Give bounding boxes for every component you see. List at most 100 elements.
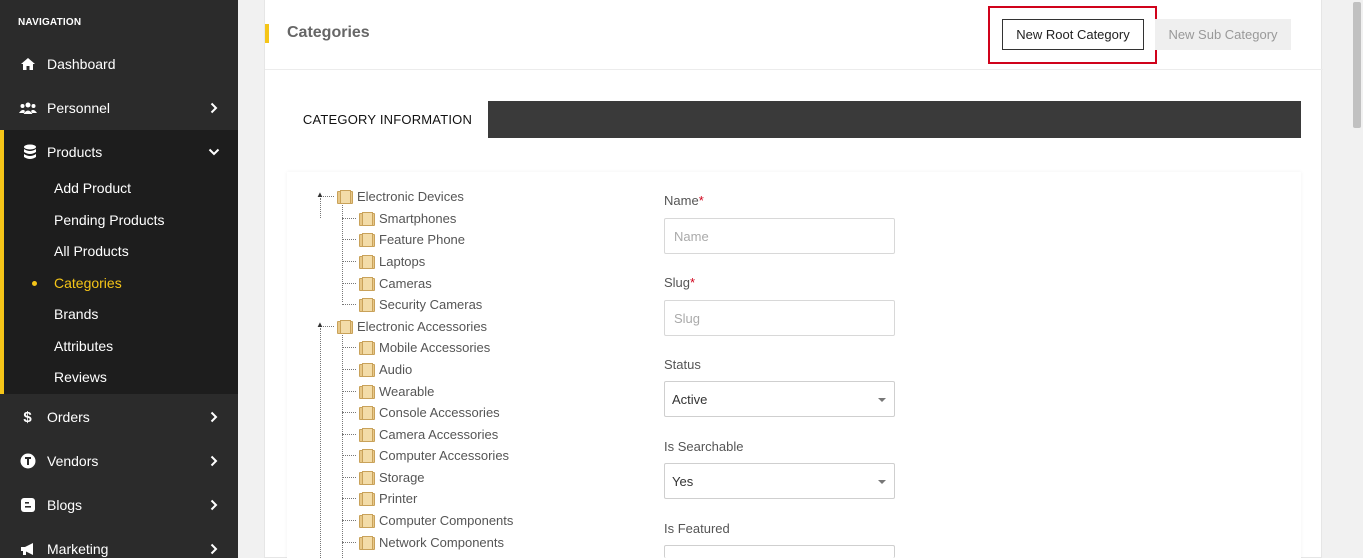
- tree-line: [342, 455, 356, 456]
- tree-node-smartphones[interactable]: Smartphones: [359, 209, 456, 227]
- submenu-item-attributes[interactable]: Attributes: [54, 336, 113, 356]
- collapse-toggle-icon[interactable]: ▲: [316, 320, 324, 329]
- tree-node-wearable[interactable]: Wearable: [359, 382, 434, 400]
- tree-node-cameras[interactable]: Cameras: [359, 274, 432, 292]
- new-root-category-button[interactable]: New Root Category: [1002, 19, 1144, 50]
- tree-line: [342, 369, 356, 370]
- tree-line: [342, 283, 356, 284]
- tree-node-label: Cameras: [379, 275, 432, 291]
- submenu-item-pending-products[interactable]: Pending Products: [54, 210, 165, 230]
- status-label: Status: [664, 357, 701, 372]
- tree-node-printer[interactable]: Printer: [359, 489, 417, 507]
- nav-heading: NAVIGATION: [18, 17, 82, 28]
- folder-icon: [359, 363, 375, 377]
- tree-node-audio[interactable]: Audio: [359, 360, 412, 378]
- tree-node-computer-components[interactable]: Computer Components: [359, 511, 513, 529]
- new-sub-category-button[interactable]: New Sub Category: [1155, 19, 1291, 50]
- tree-line: [320, 198, 321, 218]
- sidebar-item-label: Blogs: [47, 497, 83, 513]
- sidebar-item-dashboard[interactable]: Dashboard: [0, 42, 238, 86]
- tree-node-label: Security Cameras: [379, 296, 483, 312]
- megaphone-icon: [0, 542, 47, 556]
- tree-line: [342, 218, 356, 219]
- chevron-right-icon: [206, 411, 222, 423]
- tree-node-feature-phone[interactable]: Feature Phone: [359, 230, 465, 248]
- tree-node-label: Storage: [379, 469, 425, 485]
- sidebar-item-products[interactable]: Products: [0, 130, 238, 174]
- folder-icon: [359, 277, 375, 291]
- tree-node-label: Electronic Accessories: [357, 318, 488, 334]
- submenu-item-categories[interactable]: Categories: [54, 273, 122, 293]
- folder-icon: [359, 492, 375, 506]
- folder-icon: [359, 233, 375, 247]
- tree-line: [342, 477, 356, 478]
- home-icon: [0, 57, 47, 71]
- caret-down-icon: [878, 398, 886, 402]
- tree-node-camera-accessories[interactable]: Camera Accessories: [359, 425, 498, 443]
- sidebar-item-personnel[interactable]: Personnel: [0, 86, 238, 130]
- chevron-right-icon: [206, 102, 222, 114]
- submenu-item-all-products[interactable]: All Products: [54, 241, 129, 261]
- tree-node-label: Computer Components: [379, 512, 514, 528]
- vendor-icon: [0, 453, 47, 469]
- page-title: Categories: [287, 24, 370, 41]
- status-select[interactable]: Active: [664, 381, 895, 417]
- submenu-item-add-product[interactable]: Add Product: [54, 178, 131, 198]
- tree-line: [342, 498, 356, 499]
- tree-node-label: Mobile Accessories: [379, 339, 491, 355]
- folder-icon: [359, 514, 375, 528]
- tree-line: [342, 347, 356, 348]
- featured-label: Is Featured: [664, 521, 730, 536]
- slug-field[interactable]: Slug: [664, 300, 895, 336]
- folder-icon: [359, 341, 375, 355]
- folder-icon: [359, 385, 375, 399]
- submenu-item-reviews[interactable]: Reviews: [54, 367, 107, 387]
- tree-node-electronic-accessories[interactable]: Electronic Accessories: [337, 317, 487, 335]
- folder-icon: [337, 190, 353, 204]
- page-scrollbar[interactable]: [1351, 0, 1363, 558]
- tree-node-label: Camera Accessories: [379, 426, 499, 442]
- tree-node-laptops[interactable]: Laptops: [359, 252, 425, 270]
- sidebar-item-label: Products: [47, 144, 103, 160]
- folder-icon: [359, 471, 375, 485]
- name-field[interactable]: Name: [664, 218, 895, 254]
- folder-icon: [359, 536, 375, 550]
- sidebar-item-label: Vendors: [47, 453, 99, 469]
- main-card: Categories New Root Category New Sub Cat…: [264, 0, 1323, 558]
- tree-node-label: Electronic Devices: [357, 188, 464, 204]
- tab-category-information[interactable]: CATEGORY INFORMATION: [287, 101, 488, 138]
- collapse-toggle-icon[interactable]: ▲: [316, 190, 324, 199]
- tree-node-label: Wearable: [379, 383, 435, 399]
- featured-select[interactable]: [664, 545, 895, 558]
- tree-node-network-components[interactable]: Network Components: [359, 533, 504, 551]
- tree-node-label: Printer: [379, 490, 418, 506]
- tree-node-electronic-devices[interactable]: Electronic Devices: [337, 187, 464, 205]
- chevron-right-icon: [206, 543, 222, 555]
- tree-line: [342, 239, 356, 240]
- folder-icon: [359, 449, 375, 463]
- sidebar-item-label: Orders: [47, 409, 90, 425]
- chevron-right-icon: [206, 455, 222, 467]
- chevron-down-icon: [206, 148, 222, 156]
- sidebar-item-blogs[interactable]: Blogs: [0, 483, 238, 527]
- tree-line: [342, 261, 356, 262]
- tree-node-security-cameras[interactable]: Security Cameras: [359, 295, 482, 313]
- active-dot: [32, 281, 37, 286]
- card-header: Categories New Root Category New Sub Cat…: [265, 0, 1323, 70]
- searchable-select[interactable]: Yes: [664, 463, 895, 499]
- sidebar-item-vendors[interactable]: Vendors: [0, 439, 238, 483]
- tree-line: [342, 412, 356, 413]
- scrollbar-thumb[interactable]: [1353, 2, 1361, 128]
- sidebar-item-marketing[interactable]: Marketing: [0, 527, 238, 558]
- folder-icon: [337, 320, 353, 334]
- tree-node-mobile-accessories[interactable]: Mobile Accessories: [359, 338, 490, 356]
- sidebar-item-orders[interactable]: $ Orders: [0, 395, 238, 439]
- tree-node-storage[interactable]: Storage: [359, 468, 425, 486]
- submenu-item-brands[interactable]: Brands: [54, 304, 98, 324]
- folder-icon: [359, 406, 375, 420]
- searchable-value: Yes: [672, 473, 694, 489]
- folder-icon: [359, 212, 375, 226]
- tree-node-computer-accessories[interactable]: Computer Accessories: [359, 446, 509, 464]
- tree-node-console-accessories[interactable]: Console Accessories: [359, 403, 500, 421]
- title-accent-bar: [265, 24, 269, 43]
